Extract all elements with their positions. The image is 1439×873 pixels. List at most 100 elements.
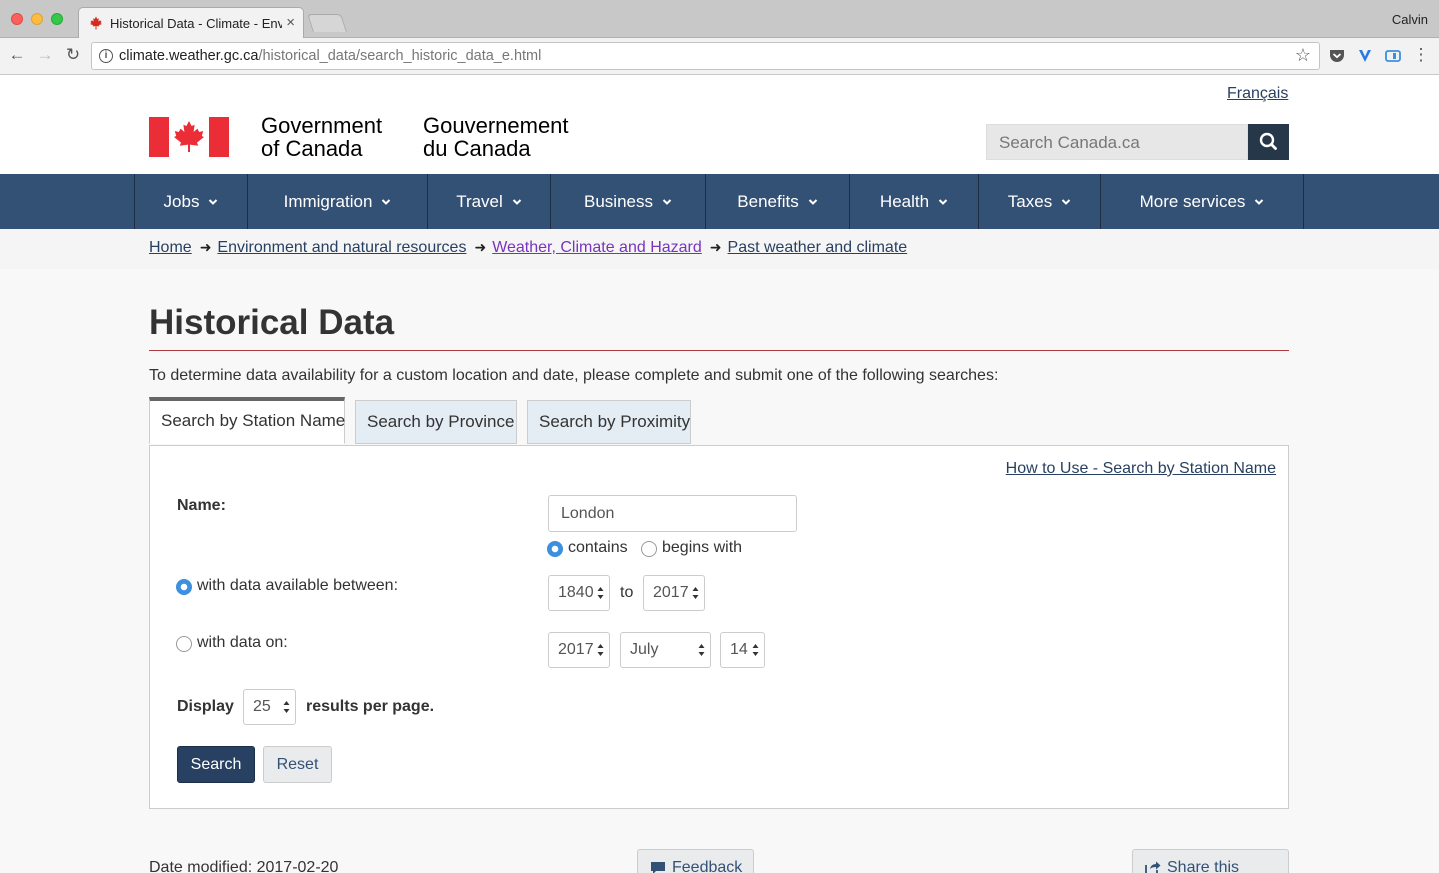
nav-item-jobs[interactable]: Jobs <box>134 174 247 229</box>
nav-item-business[interactable]: Business <box>550 174 705 229</box>
radio-data-between[interactable] <box>176 579 192 595</box>
between-from-year-select[interactable]: 1840 <box>548 575 610 611</box>
select-arrows-icon <box>597 587 604 599</box>
breadcrumb: Home ➜ Environment and natural resources ➜ W… <box>149 239 907 257</box>
on-year-select[interactable]: 2017 <box>548 632 610 668</box>
chevron-down-icon <box>512 198 522 205</box>
chevron-down-icon <box>662 198 672 205</box>
share-button[interactable]: Share this page <box>1132 849 1289 873</box>
wordmark-en-line1: Government <box>261 113 383 138</box>
web-page: Français Government of Canada Gouverneme… <box>0 76 1439 873</box>
on-day-select[interactable]: 14 <box>720 632 765 668</box>
nav-item-label: Business <box>584 191 653 211</box>
feedback-button[interactable]: Feedback <box>637 849 754 873</box>
chevron-down-icon <box>938 198 948 205</box>
select-value: 1840 <box>558 584 594 601</box>
nav-item-label: Immigration <box>283 191 373 211</box>
select-value: 2017 <box>558 641 594 658</box>
tab-close-icon[interactable]: × <box>286 14 295 31</box>
site-search-input[interactable]: Search Canada.ca <box>986 124 1248 160</box>
chevron-down-icon <box>808 198 817 205</box>
date-modified: Date modified: 2017-02-20 <box>149 859 339 873</box>
pocket-icon[interactable] <box>1328 47 1346 65</box>
nav-item-label: More services <box>1139 191 1246 211</box>
chevron-down-icon <box>382 198 391 205</box>
station-name-input[interactable]: London <box>548 495 797 532</box>
data-between-label: with data available between: <box>197 577 399 594</box>
nav-item-label: Benefits <box>737 191 799 211</box>
on-month-select[interactable]: July <box>620 632 711 668</box>
wordmark-fr-line2: du Canada <box>423 136 531 161</box>
nav-item-taxes[interactable]: Taxes <box>978 174 1100 229</box>
site-search-button[interactable] <box>1248 124 1289 160</box>
browser-toolbar: ← → ↻ i climate.weather.gc.ca/historical… <box>0 38 1439 75</box>
nav-item-label: Jobs <box>163 191 200 211</box>
nav-item-label: Taxes <box>1007 191 1053 211</box>
breadcrumb-home[interactable]: Home <box>149 239 192 256</box>
arrow-right-icon: ➜ <box>474 239 487 255</box>
arrow-right-icon: ➜ <box>199 239 212 255</box>
feedback-label: Feedback <box>672 859 743 873</box>
data-on-label: with data on: <box>197 634 288 651</box>
search-form-panel: How to Use - Search by Station Name Name… <box>149 445 1289 809</box>
tab-title: Historical Data - Climate - Env <box>110 16 282 31</box>
url-text[interactable]: climate.weather.gc.ca/historical_data/se… <box>119 48 541 64</box>
search-button[interactable]: Search <box>177 746 255 783</box>
results-per-page-label: results per page. <box>306 698 435 715</box>
browser-tab-active[interactable]: Historical Data - Climate - Env × <box>78 7 304 38</box>
new-tab-button[interactable] <box>307 14 347 32</box>
maximize-window-button[interactable] <box>51 13 63 25</box>
breadcrumb-weather[interactable]: Weather, Climate and Hazard <box>492 239 702 256</box>
address-bar[interactable]: i climate.weather.gc.ca/historical_data/… <box>91 42 1320 70</box>
chevron-down-icon <box>209 198 218 205</box>
browser-menu-icon[interactable]: ⋮ <box>1411 45 1431 65</box>
tab-search-by-proximity[interactable]: Search by Proximity <box>527 400 691 444</box>
select-value: July <box>630 641 659 658</box>
nav-item-immigration[interactable]: Immigration <box>247 174 427 229</box>
main-content: Historical Data To determine data availa… <box>0 269 1439 873</box>
between-to-year-select[interactable]: 2017 <box>643 575 705 611</box>
tab-search-by-province[interactable]: Search by Province <box>355 400 517 444</box>
profile-name[interactable]: Calvin <box>1392 12 1428 27</box>
breadcrumb-bar: Home ➜ Environment and natural resources ➜ W… <box>0 229 1439 269</box>
comment-icon <box>651 862 665 873</box>
radio-data-on[interactable] <box>176 636 192 652</box>
reload-icon[interactable]: ↻ <box>63 45 83 65</box>
forward-arrow-icon[interactable]: → <box>35 45 55 65</box>
info-icon[interactable]: i <box>99 49 113 63</box>
name-label: Name: <box>177 497 226 514</box>
radio-begins-with[interactable] <box>641 541 657 557</box>
close-window-button[interactable] <box>11 13 23 25</box>
page-title: Historical Data <box>149 303 395 342</box>
url-path: /historical_data/search_historic_data_e.… <box>258 48 542 64</box>
select-arrows-icon <box>597 644 604 656</box>
main-navigation: Jobs Immigration Travel Business Benefit… <box>0 174 1439 229</box>
breadcrumb-past-weather[interactable]: Past weather and climate <box>728 239 908 256</box>
bookmark-star-icon[interactable]: ☆ <box>1295 45 1311 66</box>
tab-search-by-station-name[interactable]: Search by Station Name <box>149 397 345 444</box>
results-per-page-select[interactable]: 25 <box>243 689 296 725</box>
wordmark-french: Gouvernement du Canada <box>423 114 569 160</box>
radio-contains[interactable] <box>547 541 563 557</box>
minimize-window-button[interactable] <box>31 13 43 25</box>
radio-contains-label: contains <box>568 539 628 556</box>
select-value: 2017 <box>653 584 689 601</box>
browser-titlebar: Historical Data - Climate - Env × Calvin <box>0 0 1439 38</box>
wordmark-fr-line1: Gouvernement <box>423 113 569 138</box>
extension-v-icon[interactable] <box>1356 47 1374 65</box>
nav-item-health[interactable]: Health <box>849 174 978 229</box>
to-label: to <box>620 584 634 601</box>
back-arrow-icon[interactable]: ← <box>7 45 27 65</box>
reset-button[interactable]: Reset <box>263 746 332 783</box>
language-toggle-link[interactable]: Français <box>1227 85 1288 103</box>
nav-item-more-services[interactable]: More services <box>1100 174 1304 229</box>
nav-item-benefits[interactable]: Benefits <box>705 174 849 229</box>
breadcrumb-environment[interactable]: Environment and natural resources <box>217 239 466 256</box>
nav-item-travel[interactable]: Travel <box>427 174 550 229</box>
intro-text: To determine data availability for a cus… <box>149 367 999 384</box>
chevron-down-icon <box>1061 198 1071 205</box>
select-arrows-icon <box>283 701 290 713</box>
select-value: 25 <box>253 698 271 715</box>
how-to-use-link[interactable]: How to Use - Search by Station Name <box>1006 460 1276 478</box>
extension-tag-icon[interactable] <box>1384 47 1402 65</box>
